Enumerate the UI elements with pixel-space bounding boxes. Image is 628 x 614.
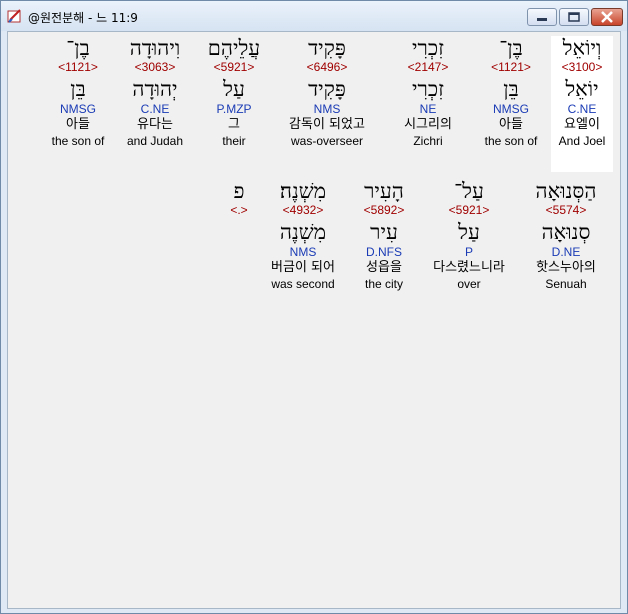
hebrew-word: הָעִיר (364, 179, 404, 203)
hebrew-word: זִכְרִי (412, 36, 444, 60)
word-card[interactable]: פָּקִיד <6496> פָּקִיד NMS 감독이 되었고 was-o… (276, 36, 378, 172)
strong-number[interactable]: <5892> (352, 203, 416, 217)
english-gloss: Zichri (413, 134, 443, 148)
english-gloss: And Joel (558, 134, 606, 148)
app-icon (7, 9, 21, 23)
hebrew-word: וְיוֹאֵל (562, 36, 602, 60)
morphology: NMS (289, 245, 317, 259)
strong-number[interactable]: <5921> (422, 203, 516, 217)
morphology: D.NFS (366, 245, 402, 259)
korean-gloss: 유다는 (137, 117, 173, 132)
hebrew-word: עַל־ (454, 179, 484, 203)
word-card[interactable]: עַל־ <5921> עַל P 다스렸느니라 over (422, 179, 516, 315)
interlinear-view: וְיוֹאֵל <3100> יוֹאֵל C.NE 요엘이 And Joel… (7, 31, 621, 609)
hebrew-lexeme: זִכְרִי (412, 77, 444, 101)
hebrew-word: פָּקִיד (308, 36, 346, 60)
word-card[interactable]: הַסְּנוּאָה <5574> סְנוּאָה D.NE 핫스누아의 S… (522, 179, 610, 315)
hebrew-lexeme: מִשְׁנֶה (279, 220, 327, 244)
morphology: NE (419, 102, 437, 116)
hebrew-lexeme: יוֹאֵל (565, 77, 599, 101)
morphology: P (464, 245, 473, 259)
strong-number[interactable]: <6496> (276, 60, 378, 74)
strong-number[interactable]: <2147> (392, 60, 464, 74)
word-card[interactable]: וְיוֹאֵל <3100> יוֹאֵל C.NE 요엘이 And Joel (551, 36, 613, 172)
english-gloss: and Judah (126, 134, 184, 148)
korean-gloss: 아들 (499, 117, 523, 132)
title-bar[interactable]: @원전분해 - 느 11:9 (1, 1, 627, 31)
morphology: C.NE (140, 102, 170, 116)
english-gloss: was second (271, 277, 335, 291)
hebrew-lexeme: בֵּן (70, 77, 86, 101)
hebrew-lexeme: יְהוּדָה (132, 77, 178, 101)
strong-number[interactable]: <3100> (551, 60, 613, 74)
english-gloss: the son of (51, 134, 105, 148)
korean-gloss: 시그리의 (404, 117, 452, 132)
minimize-icon (537, 18, 547, 21)
strong-number[interactable]: <.> (222, 203, 256, 217)
morphology: P.MZP (216, 102, 252, 116)
english-gloss: Senuah (545, 277, 587, 291)
morphology: C.NE (567, 102, 597, 116)
korean-gloss: 핫스누아의 (536, 260, 596, 275)
strong-number[interactable]: <4932> (260, 203, 346, 217)
english-gloss: the city (364, 277, 403, 291)
english-gloss: was-overseer (290, 134, 364, 148)
strong-number[interactable]: <1121> (476, 60, 546, 74)
korean-gloss: 그 (228, 117, 240, 132)
hebrew-word: עֲלֵיהֶם (207, 36, 261, 60)
hebrew-lexeme: עַל (223, 77, 245, 101)
close-button[interactable] (591, 8, 623, 26)
korean-gloss: 다스렸느니라 (433, 260, 505, 275)
korean-gloss: 아들 (66, 117, 90, 132)
hebrew-lexeme: סְנוּאָה (541, 220, 591, 244)
hebrew-lexeme: עִיר (370, 220, 398, 244)
morphology: NMS (313, 102, 341, 116)
english-gloss: their (222, 134, 246, 148)
english-gloss: the son of (484, 134, 538, 148)
hebrew-lexeme: בֵּן (503, 77, 519, 101)
strong-number[interactable]: <5921> (198, 60, 270, 74)
hebrew-word: מִשְׁנֶה׃ (279, 179, 327, 203)
hebrew-word: וִיהוּדָה (129, 36, 181, 60)
maximize-icon (568, 12, 580, 22)
korean-gloss: 요엘이 (564, 117, 600, 132)
morphology: NMSG (60, 102, 96, 116)
strong-number[interactable]: <5574> (522, 203, 610, 217)
strong-number[interactable]: <3063> (116, 60, 194, 74)
hebrew-word: בֶן־ (66, 36, 90, 60)
hebrew-word: הַסְּנוּאָה (535, 179, 597, 203)
korean-gloss: 성읍을 (366, 260, 402, 275)
word-card[interactable]: פ <.> (222, 179, 256, 229)
korean-gloss: 감독이 되었고 (289, 117, 365, 132)
hebrew-word: בֶּן־ (499, 36, 523, 60)
strong-number[interactable]: <1121> (44, 60, 112, 74)
morphology: NMSG (493, 102, 529, 116)
app-window: @원전분해 - 느 11:9 וְיוֹאֵל <3100> יוֹאֵל C.… (0, 0, 628, 614)
word-card[interactable]: בֶּן־ <1121> בֵּן NMSG 아들 the son of (476, 36, 546, 172)
minimize-button[interactable] (527, 8, 557, 26)
window-title: @원전분해 - 느 11:9 (28, 11, 138, 25)
word-card[interactable]: מִשְׁנֶה׃ <4932> מִשְׁנֶה NMS 버금이 되어 was… (260, 179, 346, 315)
word-card[interactable]: הָעִיר <5892> עִיר D.NFS 성읍을 the city (352, 179, 416, 315)
maximize-button[interactable] (559, 8, 589, 26)
korean-gloss: 버금이 되어 (271, 260, 335, 275)
hebrew-word: פ (233, 179, 245, 203)
close-icon (601, 11, 613, 23)
hebrew-lexeme: פָּקִיד (308, 77, 346, 101)
word-card[interactable]: זִכְרִי <2147> זִכְרִי NE 시그리의 Zichri (392, 36, 464, 172)
morphology: D.NE (551, 245, 581, 259)
hebrew-lexeme: עַל (458, 220, 480, 244)
word-card[interactable]: בֶן־ <1121> בֵּן NMSG 아들 the son of (44, 36, 112, 172)
word-card[interactable]: וִיהוּדָה <3063> יְהוּדָה C.NE 유다는 and J… (116, 36, 194, 172)
english-gloss: over (457, 277, 481, 291)
word-card[interactable]: עֲלֵיהֶם <5921> עַל P.MZP 그 their (198, 36, 270, 172)
